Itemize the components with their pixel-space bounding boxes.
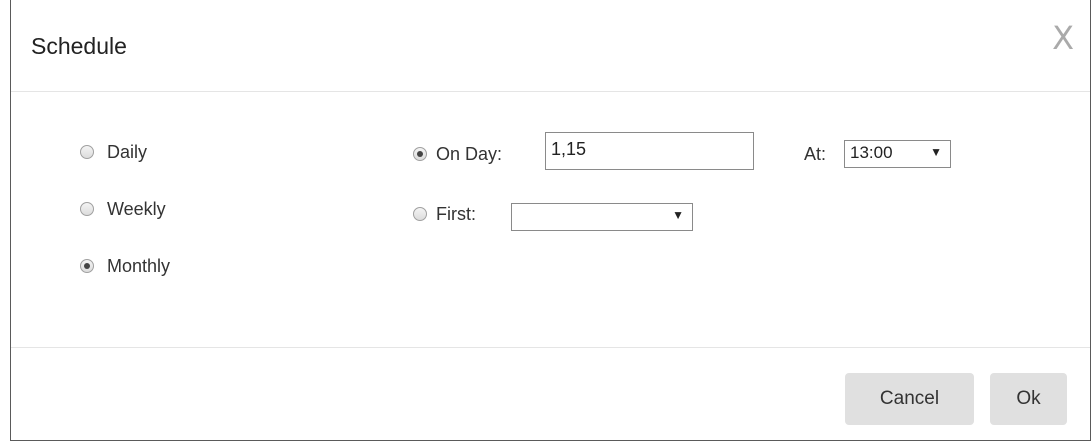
radio-first[interactable] bbox=[413, 207, 427, 221]
radio-weekly[interactable] bbox=[80, 202, 94, 216]
radio-on-day[interactable] bbox=[413, 147, 427, 161]
time-select[interactable]: 13:00 ▼ bbox=[844, 140, 951, 168]
first-label: First: bbox=[436, 204, 476, 224]
dialog-footer: Cancel Ok bbox=[11, 347, 1090, 441]
close-icon[interactable]: X bbox=[1052, 22, 1074, 54]
schedule-dialog: Schedule X Daily Weekly Monthly On Day: … bbox=[10, 0, 1091, 441]
radio-daily[interactable] bbox=[80, 145, 94, 159]
chevron-down-icon: ▼ bbox=[672, 208, 684, 222]
on-day-label: On Day: bbox=[436, 144, 503, 164]
frequency-label-daily: Daily bbox=[107, 142, 148, 162]
radio-monthly[interactable] bbox=[80, 259, 94, 273]
chevron-down-icon: ▼ bbox=[930, 145, 942, 159]
frequency-label-monthly: Monthly bbox=[107, 256, 171, 276]
first-select[interactable]: ▼ bbox=[511, 203, 693, 231]
ok-button[interactable]: Ok bbox=[990, 373, 1067, 425]
dialog-header: Schedule X bbox=[11, 0, 1090, 92]
dialog-title: Schedule bbox=[31, 33, 127, 59]
time-select-value: 13:00 bbox=[850, 143, 893, 162]
at-label: At: bbox=[804, 144, 827, 164]
cancel-button[interactable]: Cancel bbox=[845, 373, 974, 425]
on-day-input[interactable]: 1,15 bbox=[545, 132, 754, 170]
frequency-label-weekly: Weekly bbox=[107, 199, 166, 219]
